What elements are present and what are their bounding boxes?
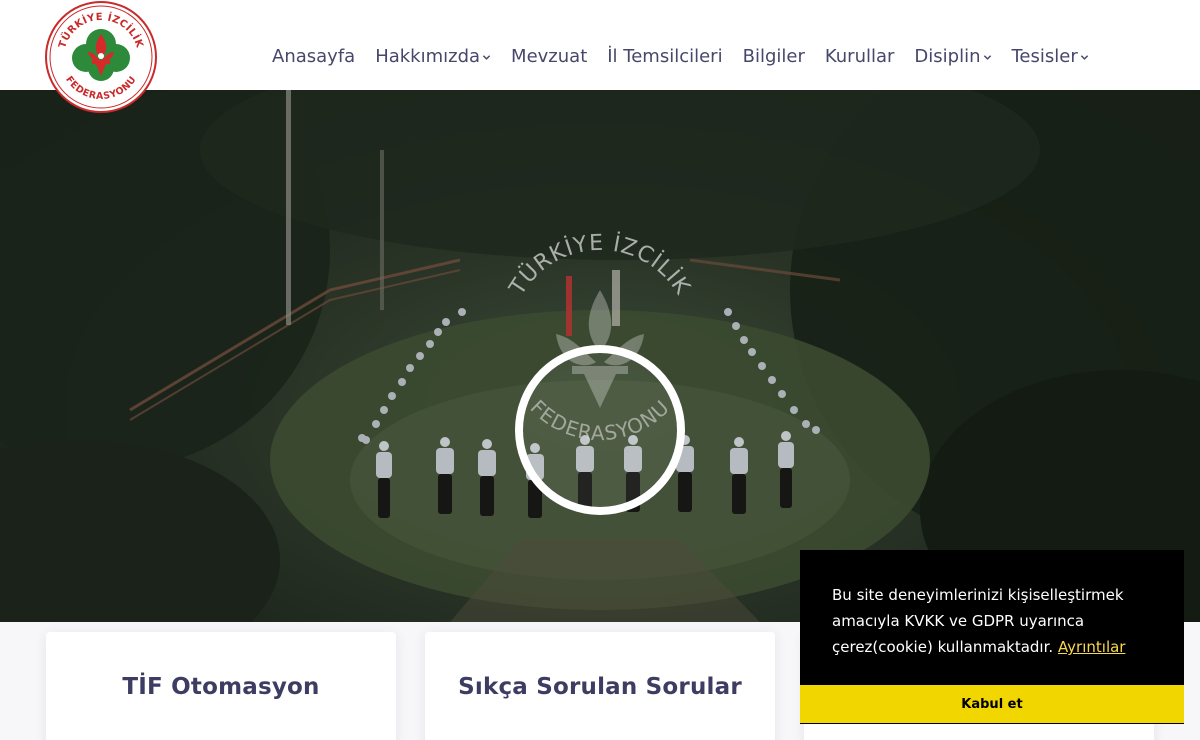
play-circle-icon [515, 345, 685, 515]
card-tif-otomasyon[interactable]: TİF Otomasyon [46, 632, 396, 740]
main-nav: Anasayfa Hakkımızda Mevzuat İl Temsilcileri… [272, 44, 1089, 68]
nav-item-label: İl Temsilcileri [607, 45, 723, 67]
nav-item-mevzuat[interactable]: Mevzuat [511, 46, 587, 67]
card-title: TİF Otomasyon [122, 674, 320, 700]
nav-item-disiplin[interactable]: Disiplin [914, 46, 991, 67]
hero-video[interactable]: TÜRKİYE İZCİLİK FEDERASYONU [0, 90, 1200, 622]
card-faq[interactable]: Sıkça Sorulan Sorular [425, 632, 775, 740]
play-video-button[interactable] [514, 344, 686, 516]
nav-item-label: Bilgiler [742, 45, 805, 67]
cookie-details-link[interactable]: Ayrıntılar [1058, 638, 1126, 656]
nav-item-label: Mevzuat [511, 45, 588, 67]
chevron-down-icon [1080, 55, 1088, 60]
nav-item-bilgiler[interactable]: Bilgiler [743, 46, 805, 67]
nav-item-anasayfa[interactable]: Anasayfa [272, 46, 355, 67]
nav-item-label: Anasayfa [272, 45, 356, 67]
federation-logo[interactable]: TÜRKİYE İZCİLİK FEDERASYONU [44, 0, 158, 114]
site-header: TÜRKİYE İZCİLİK FEDERASYONU Anasayfa Hakk… [0, 0, 1200, 113]
nav-item-label: Tesisler [1011, 45, 1078, 67]
federation-logo-icon: TÜRKİYE İZCİLİK FEDERASYONU [45, 1, 157, 113]
nav-item-i-l-temsilcileri[interactable]: İl Temsilcileri [607, 46, 722, 67]
nav-item-label: Disiplin [914, 45, 981, 67]
chevron-down-icon [482, 55, 491, 60]
card-title: Sıkça Sorulan Sorular [458, 674, 742, 700]
nav-item-kurullar[interactable]: Kurullar [825, 46, 895, 67]
cookie-message: Bu site deneyimlerinizi kişiselleştirmek… [832, 582, 1152, 660]
chevron-down-icon [983, 55, 991, 60]
nav-item-hakk-m-zda[interactable]: Hakkımızda [375, 46, 491, 67]
cookie-consent-banner: Bu site deneyimlerinizi kişiselleştirmek… [800, 550, 1184, 724]
cookie-accept-button[interactable]: Kabul et [800, 685, 1184, 723]
nav-item-tesisler[interactable]: Tesisler [1012, 46, 1089, 67]
nav-item-label: Hakkımızda [375, 45, 481, 67]
nav-item-label: Kurullar [824, 45, 895, 67]
